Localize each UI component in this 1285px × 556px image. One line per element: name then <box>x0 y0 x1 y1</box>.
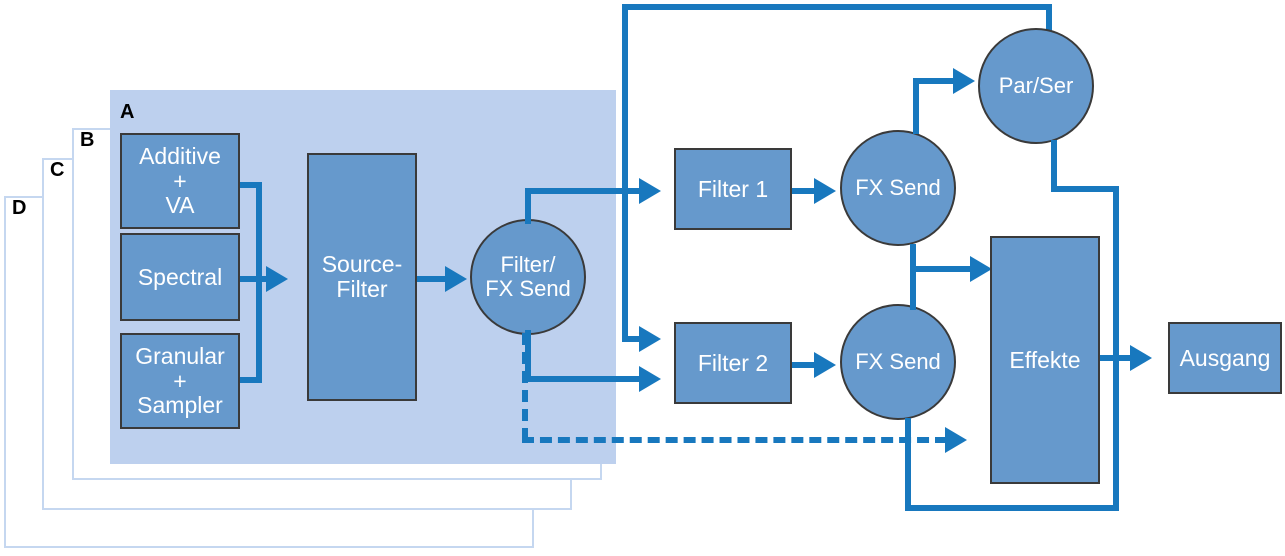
wire-spectral-out <box>240 276 268 282</box>
signal-flow-diagram: D C B A Additive + VA Spectral Granular … <box>0 0 1285 556</box>
wire-fxsend-bottom-down <box>905 418 911 511</box>
wire-dashed-to-effekte <box>522 437 947 443</box>
node-granular-sampler[interactable]: Granular + Sampler <box>120 333 240 429</box>
wire-top-feedback-left-drop <box>622 4 628 342</box>
arrow-into-ausgang <box>1130 345 1152 371</box>
node-spectral[interactable]: Spectral <box>120 233 240 321</box>
wire-filter2-to-fxsend <box>792 362 816 368</box>
wire-bottom-feedback-bus <box>905 505 1119 511</box>
arrow-into-par-ser <box>953 68 975 94</box>
node-filter-2[interactable]: Filter 2 <box>674 322 792 404</box>
arrow-into-filter-fx-send <box>445 266 467 292</box>
wire-fxsend-top-up <box>913 78 919 134</box>
wire-hub-dashed-down <box>522 333 528 440</box>
wire-parser-down <box>1051 140 1057 192</box>
node-effekte[interactable]: Effekte <box>990 236 1100 484</box>
wire-fxsend-branch-to-effekte <box>910 266 972 272</box>
node-ausgang[interactable]: Ausgang <box>1168 322 1282 394</box>
arrow-into-source-filter <box>266 266 288 292</box>
node-par-ser[interactable]: Par/Ser <box>978 28 1094 144</box>
arrow-into-fx-send-bottom <box>814 352 836 378</box>
arrow-into-filter-2-lower <box>639 366 661 392</box>
layer-label-c: C <box>50 159 65 181</box>
wire-source-merge-bus <box>256 182 262 383</box>
wire-source-filter-to-hub <box>417 276 447 282</box>
node-fx-send-top[interactable]: FX Send <box>840 130 956 246</box>
wire-parser-long-drop <box>1113 186 1119 511</box>
node-filter-fx-send[interactable]: Filter/ FX Send <box>470 219 586 335</box>
node-source-filter[interactable]: Source- Filter <box>307 153 417 401</box>
wire-feedback-into-filter1 <box>622 188 644 194</box>
arrow-into-filter-2-upper <box>639 326 661 352</box>
wire-top-feedback-bus <box>622 4 1052 10</box>
arrow-into-effekte-upper <box>970 256 992 282</box>
node-fx-send-bottom[interactable]: FX Send <box>840 304 956 420</box>
layer-label-d: D <box>12 197 27 219</box>
wire-fxsend-top-to-parser <box>913 78 955 84</box>
wire-fxsend-link <box>910 244 916 310</box>
node-filter-1[interactable]: Filter 1 <box>674 148 792 230</box>
node-additive-va[interactable]: Additive + VA <box>120 133 240 229</box>
arrow-into-fx-send-top <box>814 178 836 204</box>
wire-hub-to-filter2 <box>525 376 641 382</box>
arrow-dashed-into-effekte <box>945 427 967 453</box>
wire-effekte-to-ausgang <box>1100 355 1132 361</box>
layer-label-a: A <box>120 101 135 123</box>
wire-parser-right <box>1051 186 1119 192</box>
wire-filter1-to-fxsend <box>792 188 816 194</box>
layer-label-b: B <box>80 129 95 151</box>
